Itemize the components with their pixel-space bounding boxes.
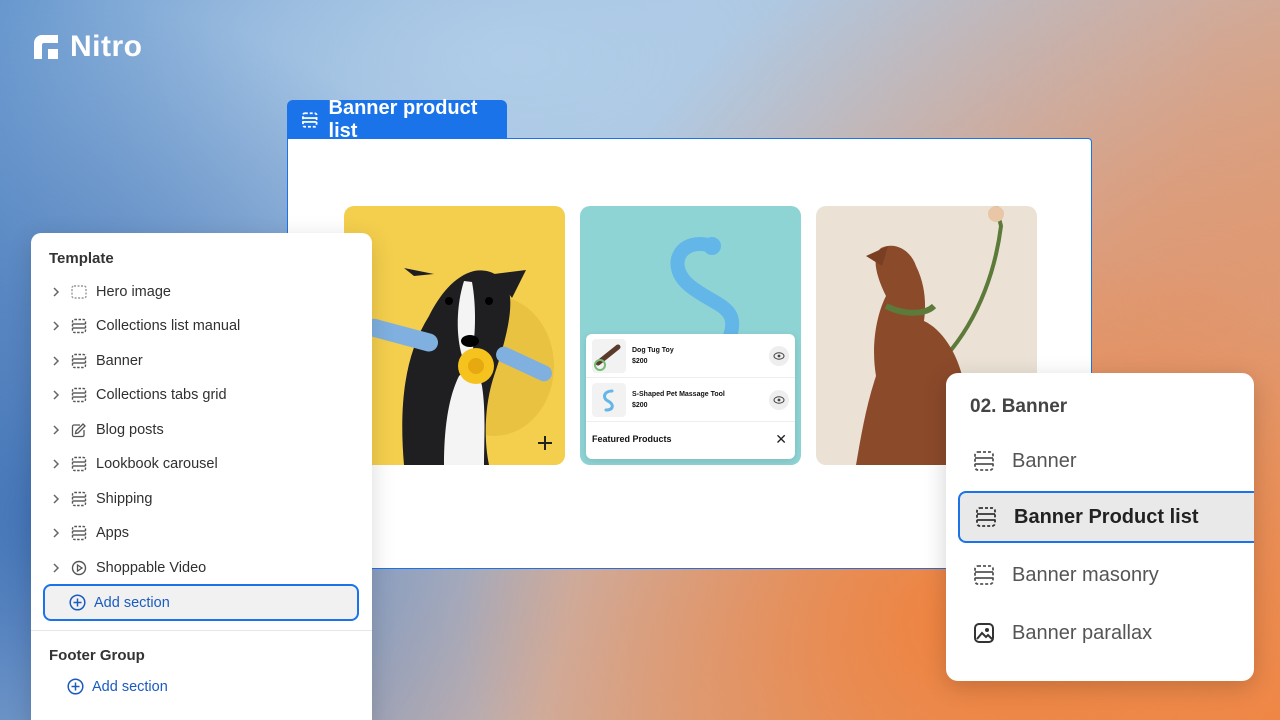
tree-item-label: Lookbook carousel — [96, 456, 218, 472]
popup-product-row[interactable]: Dog Tug Toy $200 — [586, 334, 795, 378]
tree-item-label: Shoppable Video — [96, 560, 207, 576]
chevron-right-icon[interactable] — [49, 423, 63, 437]
section-icon — [70, 490, 88, 508]
tree-item-label: Apps — [96, 525, 130, 541]
product-name: S-Shaped Pet Massage Tool — [632, 390, 725, 398]
nitro-logo: Nitro — [32, 30, 143, 64]
tree-item-apps[interactable]: Apps — [49, 518, 359, 548]
chevron-right-icon[interactable] — [49, 457, 63, 471]
footer-add-section-label: Add section — [92, 678, 168, 695]
banner-option-banner[interactable]: Banner — [958, 435, 1254, 487]
section-icon — [70, 455, 88, 473]
section-icon — [972, 563, 996, 587]
section-icon — [70, 317, 88, 335]
template-heading: Template — [49, 250, 114, 267]
product-price: $200 — [632, 357, 648, 365]
section-icon — [70, 352, 88, 370]
tree-item-collections-tabs-grid[interactable]: Collections tabs grid — [49, 380, 359, 410]
template-panel: Template Hero image Collections list man… — [31, 233, 372, 720]
tree-item-label: Hero image — [96, 284, 171, 300]
product-thumbnail — [592, 338, 626, 373]
popup-product-row[interactable]: S-Shaped Pet Massage Tool $200 — [586, 378, 795, 422]
tree-item-blog-posts[interactable]: Blog posts — [49, 415, 359, 445]
section-icon — [302, 111, 318, 128]
section-icon — [70, 524, 88, 542]
tree-item-label: Collections tabs grid — [96, 387, 227, 403]
tree-item-hero-image[interactable]: Hero image — [49, 277, 359, 307]
section-icon — [70, 386, 88, 404]
chevron-right-icon[interactable] — [49, 561, 63, 575]
banner-panel-title: 02. Banner — [970, 396, 1068, 417]
image-icon — [972, 621, 996, 645]
featured-products-popup: Dog Tug Toy $200 S-Shaped Pet Massage To… — [586, 334, 795, 459]
nitro-logo-icon — [34, 35, 58, 59]
tree-item-label: Banner — [96, 353, 143, 369]
tree-item-shoppable-video[interactable]: Shoppable Video — [49, 553, 359, 583]
tree-item-lookbook-carousel[interactable]: Lookbook carousel — [49, 449, 359, 479]
product-card-massage-tool[interactable]: Dog Tug Toy $200 S-Shaped Pet Massage To… — [580, 206, 801, 465]
product-name: Dog Tug Toy — [632, 346, 674, 354]
banner-option-banner-parallax[interactable]: Banner parallax — [958, 607, 1254, 659]
eye-icon[interactable] — [769, 389, 789, 410]
chevron-right-icon[interactable] — [49, 492, 63, 506]
panel-divider — [31, 630, 372, 631]
product-thumbnail — [592, 382, 626, 417]
add-section-button[interactable]: Add section — [43, 584, 359, 621]
dog-toy-image — [364, 268, 554, 465]
tree-item-banner[interactable]: Banner — [49, 346, 359, 376]
banner-option-banner-masonry[interactable]: Banner masonry — [958, 549, 1254, 601]
eye-icon[interactable] — [769, 345, 789, 366]
tree-item-label: Collections list manual — [96, 318, 241, 334]
chevron-right-icon[interactable] — [49, 354, 63, 368]
chevron-right-icon[interactable] — [49, 526, 63, 540]
tree-item-shipping[interactable]: Shipping — [49, 484, 359, 514]
chevron-right-icon[interactable] — [49, 388, 63, 402]
popup-title: Featured Products — [592, 434, 672, 444]
tree-item-label: Blog posts — [96, 422, 164, 438]
close-icon[interactable]: ✕ — [775, 432, 787, 446]
banner-option-label: Banner Product list — [1014, 505, 1199, 528]
footer-add-section-button[interactable]: Add section — [67, 678, 168, 695]
plus-circle-icon — [67, 678, 84, 695]
product-price: $200 — [632, 401, 648, 409]
banner-option-label: Banner parallax — [1012, 621, 1153, 644]
preview-section-tab[interactable]: Banner product list — [287, 97, 507, 142]
tree-item-collections-list-manual[interactable]: Collections list manual — [49, 311, 359, 341]
add-to-cart-button[interactable] — [537, 435, 553, 451]
tree-item-label: Shipping — [96, 491, 153, 507]
add-section-label: Add section — [94, 594, 170, 611]
section-icon — [972, 449, 996, 473]
product-card-dog-toy[interactable] — [344, 206, 565, 465]
banner-option-label: Banner masonry — [1012, 563, 1159, 586]
banner-option-label: Banner — [1012, 449, 1077, 472]
banner-option-banner-product-list[interactable]: Banner Product list — [958, 491, 1254, 543]
chevron-right-icon[interactable] — [49, 319, 63, 333]
preview-tab-label: Banner product list — [328, 96, 478, 142]
footer-group-heading: Footer Group — [49, 647, 145, 664]
section-icon — [974, 505, 998, 529]
banner-options-panel: 02. Banner Banner Banner Product list Ba… — [946, 373, 1254, 681]
brand-name: Nitro — [70, 30, 143, 63]
chevron-right-icon[interactable] — [49, 285, 63, 299]
image-icon — [70, 283, 88, 301]
play-icon — [70, 559, 88, 577]
edit-icon — [70, 421, 88, 439]
plus-circle-icon — [69, 594, 86, 611]
